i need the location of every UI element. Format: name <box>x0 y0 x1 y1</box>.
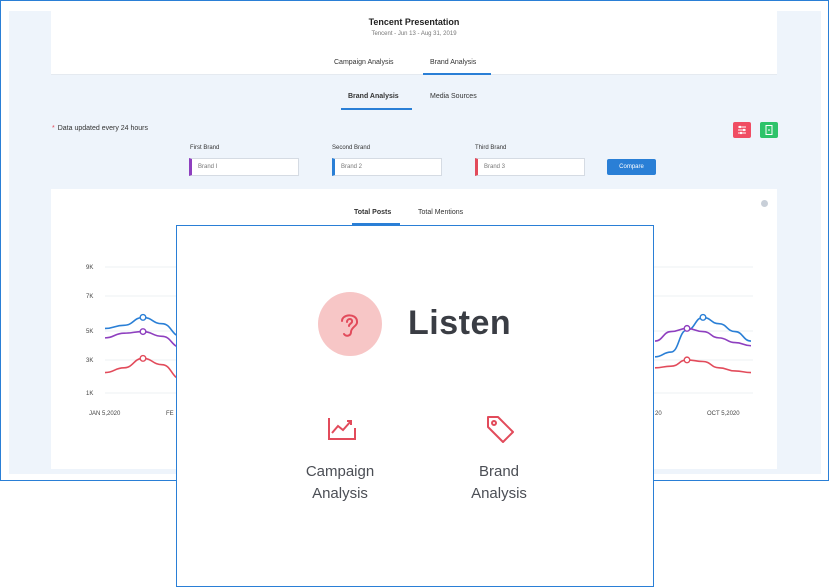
tag-icon[interactable] <box>484 413 516 445</box>
data-note-text: Data updated every 24 hours <box>57 125 149 132</box>
listen-overlay-card: Listen Campaign Analysis Brand Analysis <box>176 225 654 587</box>
first-brand-input[interactable]: Brand I <box>189 158 299 176</box>
data-update-note: * Data updated every 24 hours <box>52 125 148 132</box>
subtab-media-sources[interactable]: Media Sources <box>430 93 477 100</box>
presentation-header: Tencent Presentation Tencent - Jun 13 - … <box>51 11 777 75</box>
listen-title: Listen <box>408 304 512 342</box>
y-tick-label: 1K <box>86 391 93 397</box>
option-label-line: Analysis <box>471 485 527 502</box>
option-label-line: Analysis <box>312 485 368 502</box>
active-subtab-indicator <box>341 108 412 110</box>
brand-analysis-option[interactable]: Brand Analysis <box>434 461 564 505</box>
second-brand-label: Second Brand <box>332 145 371 151</box>
series-point[interactable] <box>139 313 147 321</box>
subtab-brand-analysis[interactable]: Brand Analysis <box>348 93 399 100</box>
x-tick-label: JAN 5,2020 <box>89 411 121 417</box>
x-tick-label: OCT 5,2020 <box>707 411 740 417</box>
page-title: Tencent Presentation <box>368 17 460 27</box>
y-tick-label: 9K <box>86 265 93 271</box>
ear-icon <box>341 314 359 337</box>
page-subtitle: Tencent - Jun 13 - Aug 31, 2019 <box>371 31 457 37</box>
third-brand-label: Third Brand <box>475 145 507 151</box>
option-label-line: Campaign <box>305 463 375 480</box>
required-star: * <box>52 125 55 132</box>
tab-campaign-analysis[interactable]: Campaign Analysis <box>334 59 394 66</box>
x-tick-label: FE <box>166 411 174 417</box>
series-point[interactable] <box>683 356 691 364</box>
y-tick-label: 7K <box>86 294 93 300</box>
second-brand-input[interactable]: Brand 2 <box>332 158 442 176</box>
compare-button[interactable]: Compare <box>607 159 656 175</box>
series-point[interactable] <box>139 328 147 336</box>
filter-button[interactable] <box>733 122 751 138</box>
series-point[interactable] <box>139 354 147 362</box>
option-label-line: Brand <box>478 463 520 480</box>
third-brand-input[interactable]: Brand 3 <box>475 158 585 176</box>
series-point[interactable] <box>699 313 707 321</box>
x-tick-label: 20 <box>655 411 662 417</box>
document-icon <box>765 125 773 135</box>
y-tick-label: 3K <box>86 358 93 364</box>
y-tick-label: 5K <box>86 329 93 335</box>
tab-brand-analysis[interactable]: Brand Analysis <box>430 59 476 66</box>
trend-chart-icon[interactable] <box>326 414 358 442</box>
series-line <box>654 316 752 358</box>
active-tab-indicator <box>423 73 491 75</box>
series-point[interactable] <box>683 324 691 332</box>
campaign-analysis-option[interactable]: Campaign Analysis <box>275 461 405 505</box>
first-brand-label: First Brand <box>190 145 220 151</box>
export-button[interactable] <box>760 122 778 138</box>
sliders-icon <box>738 125 746 135</box>
ear-icon-badge <box>318 292 382 356</box>
series-line <box>654 359 752 374</box>
